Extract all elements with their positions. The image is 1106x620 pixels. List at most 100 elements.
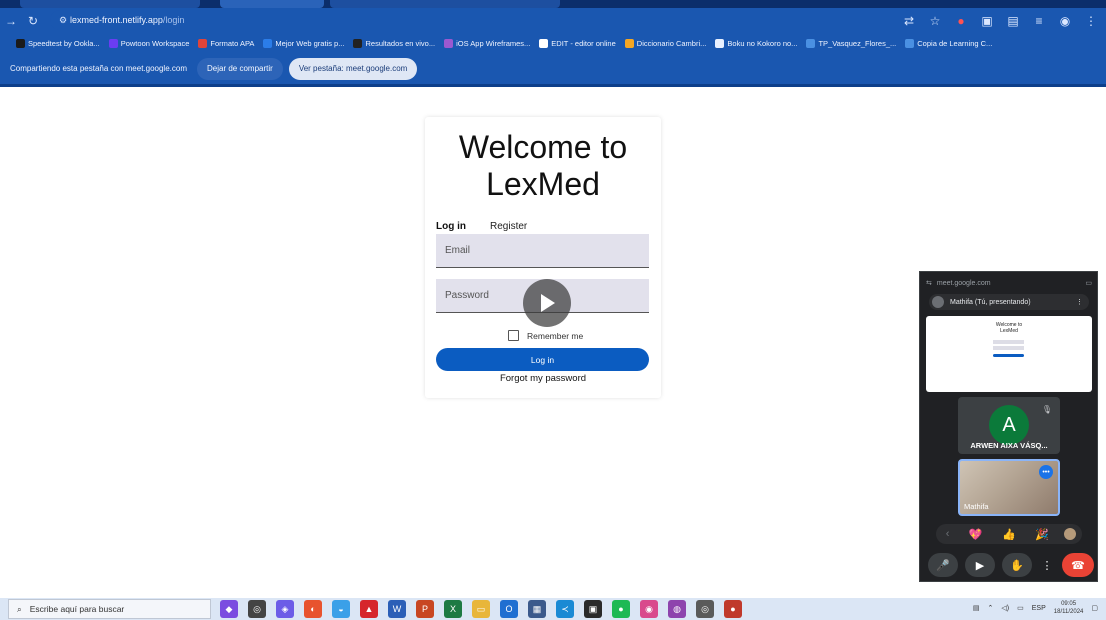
browser-tab[interactable] bbox=[20, 0, 200, 8]
translate-icon[interactable]: ⇄ bbox=[898, 10, 920, 32]
reaction-thumbs-up[interactable]: 👍 bbox=[1002, 528, 1016, 541]
bookmark-item[interactable]: Copia de Learning C... bbox=[905, 38, 992, 48]
taskbar-apps: ◆ ◎ ◈ ◐ ◒ ▲ W P X ▭ O ▦ ≺ ▣ ● ◉ ◍ ◎ ● bbox=[220, 600, 742, 618]
app-icon[interactable]: ◈ bbox=[276, 600, 294, 618]
app-icon[interactable]: ◉ bbox=[640, 600, 658, 618]
search-placeholder: Escribe aquí para buscar bbox=[29, 604, 125, 614]
more-options-icon[interactable]: ⋮ bbox=[1076, 298, 1083, 306]
remember-checkbox[interactable] bbox=[508, 330, 519, 341]
browser-tab[interactable] bbox=[330, 0, 560, 8]
bookmarks-bar: Speedtest by Ookla... Powtoon Workspace Fo… bbox=[0, 33, 1106, 53]
raise-hand-icon[interactable]: ✋ bbox=[1002, 553, 1032, 577]
bookmark-item[interactable]: Speedtest by Ookla... bbox=[16, 38, 100, 48]
end-call-icon[interactable]: ☎ bbox=[1062, 553, 1094, 577]
camera-icon[interactable]: ▶ bbox=[965, 553, 995, 577]
site-info-icon[interactable]: ⚙ bbox=[56, 9, 70, 31]
vscode-icon[interactable]: ≺ bbox=[556, 600, 574, 618]
muted-mic-icon: 🎙 bbox=[1041, 405, 1052, 414]
bookmark-label: Speedtest by Ookla... bbox=[28, 38, 100, 48]
bookmark-item[interactable]: EDIT - editor online bbox=[539, 38, 616, 48]
chrome-profile-icon[interactable]: ◎ bbox=[696, 600, 714, 618]
powerpoint-icon[interactable]: P bbox=[416, 600, 434, 618]
reload-icon[interactable]: ↻ bbox=[22, 10, 44, 32]
word-icon[interactable]: W bbox=[388, 600, 406, 618]
browser-tab-active[interactable] bbox=[220, 0, 324, 8]
participant-tile[interactable]: A 🎙 ARWEN AIXA VÁSQ... bbox=[958, 397, 1060, 454]
menu-icon[interactable]: ⋮ bbox=[1080, 10, 1102, 32]
bookmark-item[interactable]: Boku no Kokoro no... bbox=[715, 38, 798, 48]
bookmark-label: EDIT - editor online bbox=[551, 38, 616, 48]
bookmark-item[interactable]: Mejor Web gratis p... bbox=[263, 38, 344, 48]
return-tab-icon[interactable]: ▭ bbox=[1085, 279, 1092, 287]
chevron-up-icon[interactable]: ⌃ bbox=[988, 604, 994, 612]
forgot-password-link[interactable]: Forgot my password bbox=[425, 373, 661, 384]
bookmark-favicon-icon bbox=[108, 38, 118, 48]
microphone-icon[interactable]: 🎤 bbox=[928, 553, 958, 577]
app-icon[interactable]: ◒ bbox=[332, 600, 350, 618]
network-icon[interactable]: ▭ bbox=[1017, 604, 1024, 612]
tray-icon[interactable]: ▤ bbox=[973, 604, 980, 612]
address-bar[interactable]: ⚙ lexmed-front.netlify.app /login bbox=[50, 10, 916, 30]
more-options-icon[interactable]: ••• bbox=[1039, 465, 1053, 479]
chrome-icon[interactable]: ◎ bbox=[248, 600, 266, 618]
bookmark-label: Boku no Kokoro no... bbox=[727, 38, 798, 48]
bookmark-item[interactable]: iOS App Wireframes... bbox=[444, 38, 530, 48]
page-title: Welcome to LexMed bbox=[458, 129, 628, 202]
reaction-heart[interactable]: 💖 bbox=[969, 528, 983, 541]
clock-date: 18/11/2024 bbox=[1053, 609, 1084, 615]
sidepanel-icon[interactable]: ▤ bbox=[1002, 10, 1024, 32]
tab-login[interactable]: Log in bbox=[436, 221, 466, 232]
view-tab-button[interactable]: Ver pestaña: meet.google.com bbox=[288, 57, 418, 80]
app-icon[interactable]: ▦ bbox=[528, 600, 546, 618]
windows-taskbar: ⌕ Escribe aquí para buscar ◆ ◎ ◈ ◐ ◒ ▲ W… bbox=[0, 598, 1106, 620]
avatar: A bbox=[989, 405, 1029, 445]
bookmark-item[interactable]: Formato APA bbox=[198, 38, 254, 48]
preview-field bbox=[993, 346, 1024, 350]
extension-icon[interactable]: ● bbox=[950, 10, 972, 32]
app-icon[interactable]: ◐ bbox=[304, 600, 322, 618]
chevron-left-icon[interactable]: ‹ bbox=[946, 528, 950, 540]
spotify-icon[interactable]: ● bbox=[612, 600, 630, 618]
more-options-icon[interactable]: ⋮ bbox=[1039, 553, 1055, 577]
app-icon[interactable]: ◆ bbox=[220, 600, 238, 618]
self-video-tile[interactable]: ••• Mathifa bbox=[958, 459, 1060, 516]
volume-icon[interactable]: ◁) bbox=[1001, 604, 1009, 612]
app-icon[interactable]: ◍ bbox=[668, 600, 686, 618]
reaction-party[interactable]: 🎉 bbox=[1035, 528, 1049, 541]
bookmark-star-icon[interactable]: ☆ bbox=[924, 10, 946, 32]
preview-title: Welcome to LexMed bbox=[995, 322, 1023, 334]
auth-tabs: Log in Register bbox=[436, 221, 527, 232]
bookmark-favicon-icon bbox=[905, 38, 915, 48]
profile-avatar[interactable]: ◉ bbox=[1054, 10, 1076, 32]
folder-icon[interactable]: ▭ bbox=[472, 600, 490, 618]
forward-icon[interactable]: → bbox=[0, 10, 22, 32]
clock[interactable]: 09:05 18/11/2024 bbox=[1054, 600, 1084, 616]
app-icon[interactable]: ● bbox=[724, 600, 742, 618]
bookmark-item[interactable]: Powtoon Workspace bbox=[108, 38, 189, 48]
stop-sharing-button[interactable]: Dejar de compartir bbox=[197, 57, 283, 80]
bookmark-item[interactable]: Diccionario Cambri... bbox=[624, 38, 706, 48]
bookmark-item[interactable]: TP_Vasquez_Flores_... bbox=[806, 38, 896, 48]
tab-register[interactable]: Register bbox=[490, 221, 527, 232]
notifications-icon[interactable]: ▢ bbox=[1091, 604, 1098, 612]
meet-pip-window: ⇆ meet.google.com ▭ Mathifa (Tú, present… bbox=[919, 271, 1098, 582]
clock-time: 09:05 bbox=[1061, 601, 1077, 607]
bookmark-favicon-icon bbox=[539, 38, 549, 48]
outlook-icon[interactable]: O bbox=[500, 600, 518, 618]
excel-icon[interactable]: X bbox=[444, 600, 462, 618]
login-button[interactable]: Log in bbox=[436, 348, 649, 371]
media-icon[interactable]: ≡ bbox=[1028, 10, 1050, 32]
bookmark-favicon-icon bbox=[806, 38, 816, 48]
remember-me[interactable]: Remember me bbox=[508, 330, 583, 341]
bookmark-item[interactable]: Resultados en vivo... bbox=[353, 38, 435, 48]
presenter-chip[interactable]: Mathifa (Tú, presentando) ⋮ bbox=[929, 294, 1089, 310]
play-icon[interactable] bbox=[523, 279, 571, 327]
email-field[interactable]: Email bbox=[436, 234, 649, 268]
puzzle-icon[interactable]: ▣ bbox=[976, 10, 998, 32]
search-box[interactable]: ⌕ Escribe aquí para buscar bbox=[8, 599, 211, 619]
pdf-icon[interactable]: ▲ bbox=[360, 600, 378, 618]
language-indicator[interactable]: ESP bbox=[1032, 605, 1046, 612]
app-icon[interactable]: ▣ bbox=[584, 600, 602, 618]
skin-tone-picker[interactable] bbox=[1064, 528, 1076, 540]
bookmark-favicon-icon bbox=[263, 38, 273, 48]
